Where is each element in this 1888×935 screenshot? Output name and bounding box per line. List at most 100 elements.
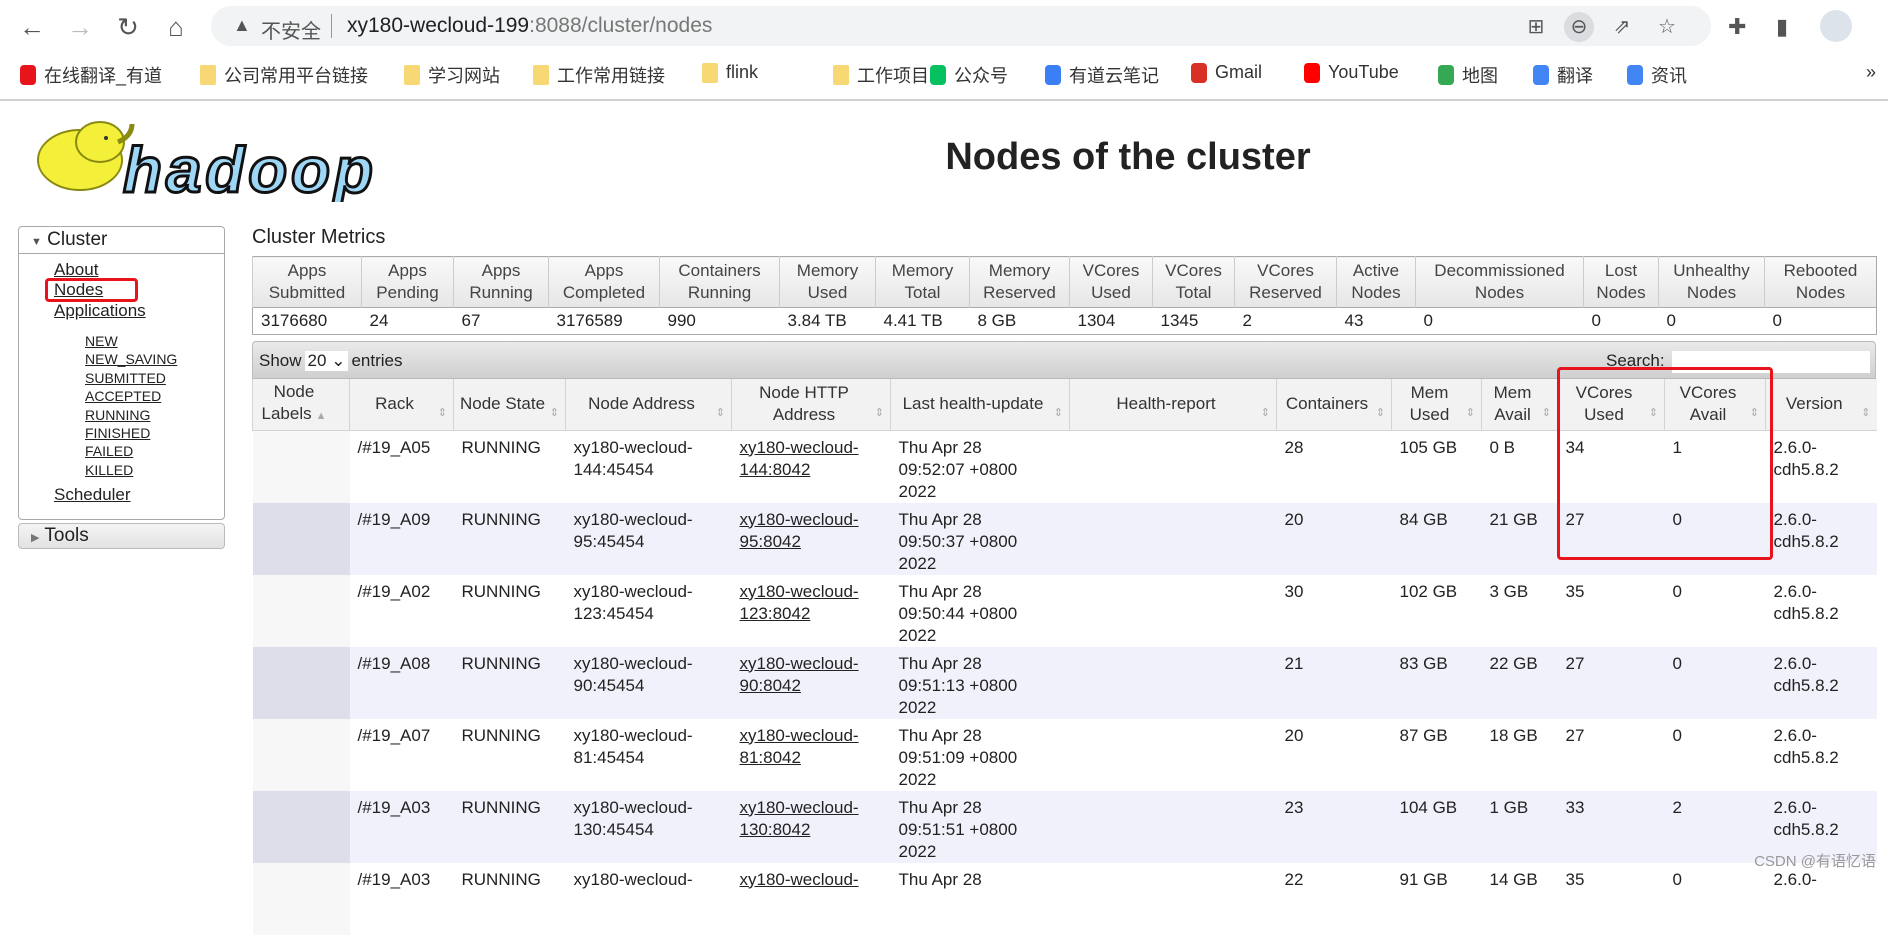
sort-icon[interactable]: ⇕: [1261, 402, 1270, 424]
app-state-link[interactable]: FINISHED: [85, 425, 150, 441]
share-icon[interactable]: ⇗: [1607, 12, 1637, 42]
cell-containers: 20: [1276, 718, 1392, 791]
metrics-link[interactable]: 43: [1345, 311, 1364, 330]
reload-icon[interactable]: ↻: [110, 12, 146, 43]
cell-text: 105 GB: [1399, 437, 1458, 457]
node-http-link[interactable]: xy180-wecloud- 130:8042: [740, 798, 859, 839]
column-header[interactable]: Health-report ⇕: [1069, 379, 1277, 431]
node-http-link[interactable]: xy180-wecloud- 81:8042: [740, 726, 859, 767]
app-state-link[interactable]: FAILED: [85, 443, 133, 459]
sidebar-link-about[interactable]: About: [54, 260, 98, 280]
bookmark-label: 资讯: [1651, 66, 1687, 86]
profile-avatar[interactable]: [1820, 10, 1852, 42]
bookmark-star-icon[interactable]: ☆: [1652, 12, 1682, 42]
column-header[interactable]: Node Labels ▲: [252, 379, 350, 431]
cell-vcores-avail: 0: [1664, 574, 1766, 647]
bookmark-item[interactable]: flink: [702, 62, 758, 83]
metrics-value: 8 GB: [969, 307, 1070, 335]
bookmark-item[interactable]: 学习网站: [404, 62, 500, 88]
bookmark-item[interactable]: 工作常用链接: [533, 62, 665, 88]
app-state-link[interactable]: NEW: [85, 333, 118, 349]
node-http-link[interactable]: xy180-wecloud- 144:8042: [740, 438, 859, 479]
cell-vcores-avail: 0: [1664, 718, 1766, 791]
back-icon[interactable]: ←: [14, 12, 50, 43]
cell-state: RUNNING: [453, 646, 566, 719]
node-http-link[interactable]: xy180-wecloud- 95:8042: [740, 510, 859, 551]
column-header[interactable]: Last health-update ⇕: [890, 379, 1070, 431]
sort-icon[interactable]: ⇕: [438, 402, 447, 424]
cell-line: 144:8042: [739, 459, 811, 479]
extensions-icon[interactable]: ✚: [1728, 14, 1746, 40]
node-http-link[interactable]: xy180-wecloud- 123:8042: [740, 582, 859, 623]
home-icon[interactable]: ⌂: [158, 12, 194, 43]
translate-page-icon[interactable]: ⊞: [1521, 12, 1551, 42]
cell-line: xy180-wecloud-: [573, 509, 693, 529]
sort-icon[interactable]: ⇕: [1542, 402, 1551, 424]
url-text[interactable]: xy180-wecloud-199:8088/cluster/nodes: [347, 14, 712, 38]
sort-icon[interactable]: ⇕: [875, 402, 884, 424]
bookmark-item[interactable]: 翻译: [1533, 62, 1593, 88]
node-http-link[interactable]: xy180-wecloud- 90:8042: [740, 654, 859, 695]
sort-icon[interactable]: ⇕: [1861, 402, 1870, 424]
forward-icon[interactable]: →: [62, 12, 98, 43]
metrics-link[interactable]: 0: [1424, 311, 1433, 330]
sort-icon[interactable]: ⇕: [1376, 402, 1385, 424]
address-bar[interactable]: ▲ 不安全 xy180-wecloud-199:8088/cluster/nod…: [211, 6, 1711, 46]
app-state-link[interactable]: ACCEPTED: [85, 388, 161, 404]
more-bookmarks-icon[interactable]: »: [1866, 62, 1876, 83]
bookmark-item[interactable]: 工作项目: [833, 62, 929, 88]
column-header[interactable]: Rack ⇕: [349, 379, 454, 431]
cell-line: xy180-wecloud-: [739, 509, 859, 529]
bookmark-item[interactable]: 在线翻译_有道: [20, 62, 162, 88]
column-header[interactable]: Node Address ⇕: [565, 379, 732, 431]
cell-text: 91 GB: [1399, 869, 1448, 889]
sidebar-cluster-header[interactable]: ▼ Cluster: [19, 227, 224, 254]
chevron-down-icon: ⌄: [331, 351, 346, 370]
bookmark-item[interactable]: 公众号: [930, 62, 1008, 88]
node-http-link[interactable]: xy180-wecloud-: [740, 870, 859, 889]
sidebar-link-scheduler[interactable]: Scheduler: [54, 485, 131, 505]
metrics-value: 4.41 TB: [875, 307, 970, 335]
sort-icon[interactable]: ⇕: [1054, 402, 1063, 424]
sort-asc-icon[interactable]: ▲: [316, 410, 327, 422]
column-header[interactable]: Node HTTP Address ⇕: [731, 379, 891, 431]
bookmark-item[interactable]: Gmail: [1191, 62, 1262, 83]
header-line: Health-report: [1116, 394, 1216, 414]
cell-health-report: [1069, 646, 1277, 719]
cluster-metrics-title: Cluster Metrics: [252, 226, 386, 248]
column-header[interactable]: Version ⇕: [1765, 379, 1877, 431]
sort-icon[interactable]: ⇕: [716, 402, 725, 424]
app-state-link[interactable]: KILLED: [85, 462, 133, 478]
sidebar-tools-header[interactable]: ▶ Tools: [18, 523, 225, 549]
column-header[interactable]: Containers ⇕: [1276, 379, 1392, 431]
cell-text: RUNNING: [461, 797, 541, 817]
column-header[interactable]: Node State ⇕: [453, 379, 566, 431]
sort-icon[interactable]: ⇕: [1466, 402, 1475, 424]
metrics-value: 0: [1583, 307, 1659, 335]
bookmark-item[interactable]: 有道云笔记: [1045, 62, 1159, 88]
cell-line: xy180-wecloud-: [573, 653, 693, 673]
metrics-header: Active Nodes: [1336, 256, 1416, 308]
metrics-value: 1304: [1069, 307, 1153, 335]
bookmark-item[interactable]: YouTube: [1304, 62, 1399, 83]
app-state-link[interactable]: NEW_SAVING: [85, 351, 177, 367]
cell-line: 09:51:09 +0800: [898, 747, 1018, 767]
entries-select[interactable]: 20 ⌄: [304, 351, 349, 371]
metrics-link[interactable]: 0: [1773, 311, 1782, 330]
side-panel-icon[interactable]: ▮: [1776, 14, 1788, 40]
bookmark-item[interactable]: 资讯: [1627, 62, 1687, 88]
sidebar-link-applications[interactable]: Applications: [54, 301, 146, 321]
metrics-header: Memory Total: [875, 256, 970, 308]
column-header[interactable]: Mem Used ⇕: [1391, 379, 1482, 431]
cell-text: 27: [1565, 653, 1585, 673]
column-header[interactable]: Mem Avail ⇕: [1481, 379, 1558, 431]
metrics-link[interactable]: 0: [1592, 311, 1601, 330]
metrics-link[interactable]: 0: [1667, 311, 1676, 330]
sort-icon[interactable]: ⇕: [550, 402, 559, 424]
warning-icon: ▲: [233, 15, 251, 35]
app-state-link[interactable]: SUBMITTED: [85, 370, 166, 386]
app-state-link[interactable]: RUNNING: [85, 407, 150, 423]
bookmark-item[interactable]: 地图: [1438, 62, 1498, 88]
zoom-icon[interactable]: ⊖: [1564, 12, 1594, 42]
bookmark-item[interactable]: 公司常用平台链接: [200, 62, 368, 88]
